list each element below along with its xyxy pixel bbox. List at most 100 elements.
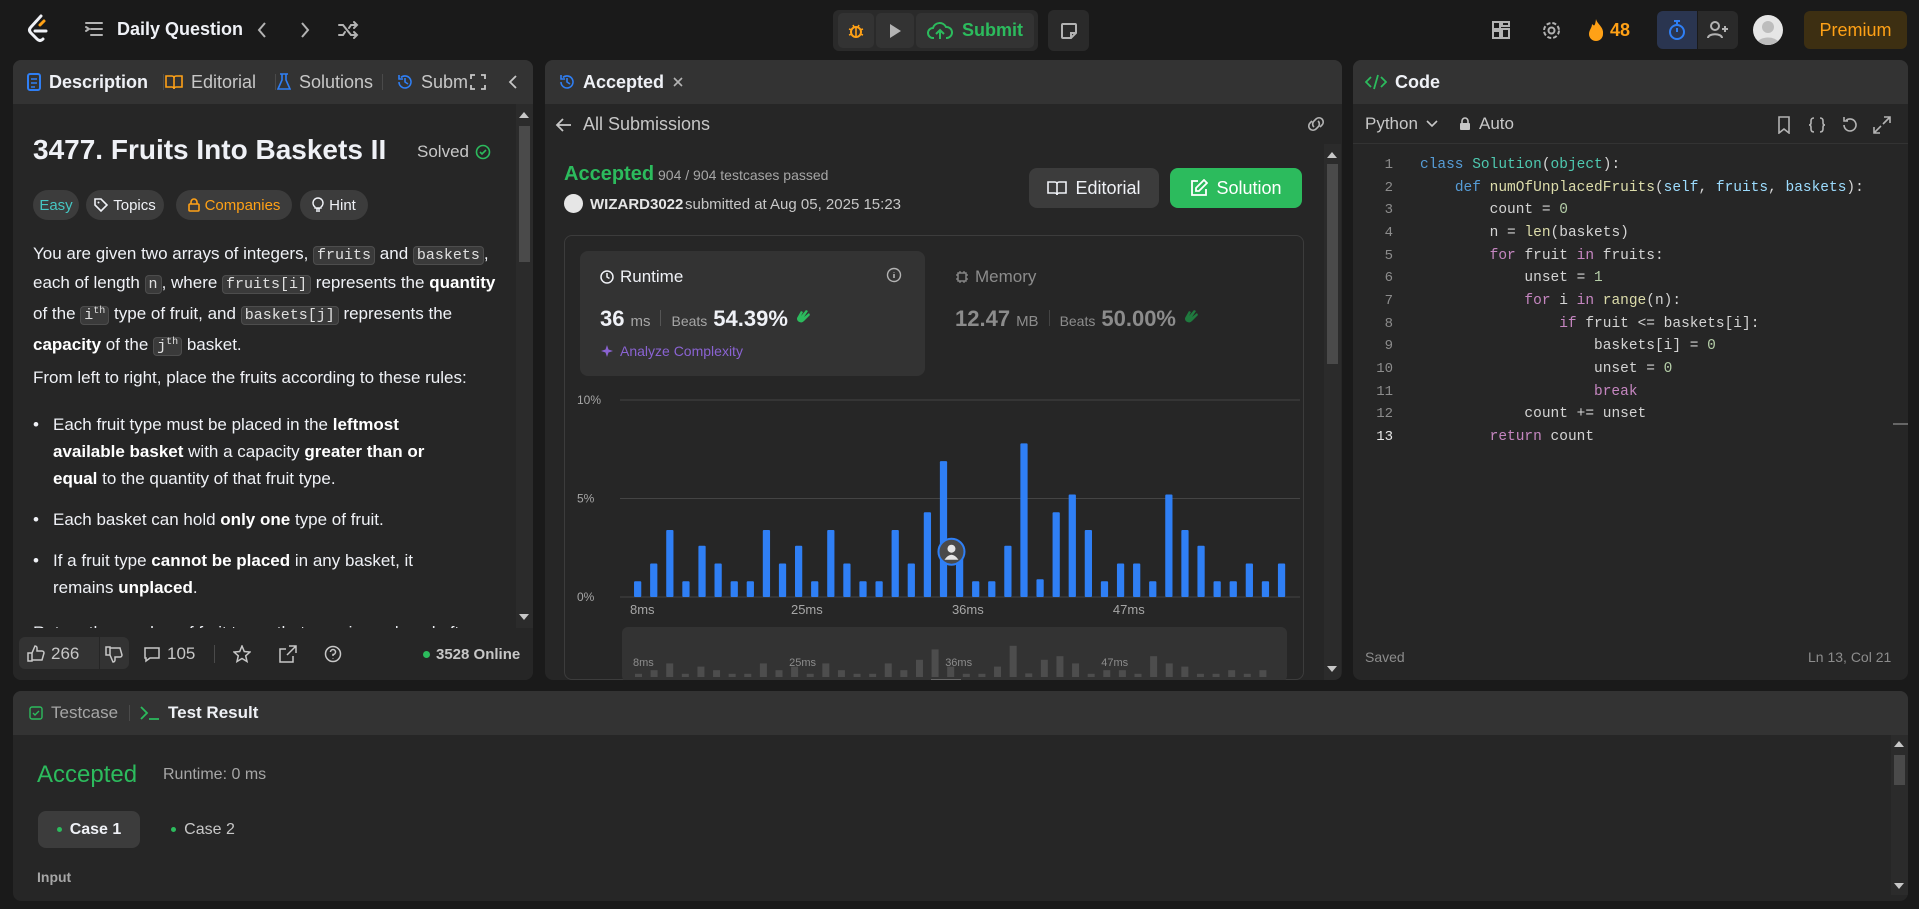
auto-mode[interactable]: Auto: [1459, 114, 1514, 134]
tab-solutions[interactable]: Solutions: [277, 60, 373, 104]
runtime-distribution-chart[interactable]: 10% 5% 0% 8ms 25ms 36ms 47ms 8ms 25ms 36ms 47ms: [575, 382, 1315, 680]
tab-test-result[interactable]: Test Result: [140, 691, 258, 735]
notes-button[interactable]: [1048, 10, 1089, 51]
top-navbar: Daily Question Submit 48 Premium: [0, 0, 1919, 60]
scroll-thumb[interactable]: [519, 126, 530, 262]
tab-description[interactable]: Description: [27, 60, 148, 104]
tab-accepted[interactable]: Accepted: [559, 60, 684, 104]
chart-bar: [1197, 545, 1205, 597]
code-line[interactable]: def numOfUnplacedFruits(self, fruits, ba…: [1420, 180, 1864, 196]
difficulty-badge[interactable]: Easy: [33, 190, 79, 220]
invite-button[interactable]: [1698, 11, 1738, 49]
saved-status: Saved: [1365, 649, 1405, 665]
user-avatar[interactable]: [564, 194, 583, 213]
next-question-icon[interactable]: [299, 20, 311, 40]
scroll-thumb[interactable]: [1327, 164, 1338, 364]
testcase-scrollbar[interactable]: [1891, 735, 1908, 895]
case-2-tab[interactable]: Case 2: [152, 811, 254, 848]
tab-editorial[interactable]: Editorial: [165, 60, 256, 104]
leetcode-logo-icon[interactable]: [26, 14, 50, 44]
submission-scrollbar[interactable]: [1324, 144, 1341, 680]
collapse-chevron-icon[interactable]: [508, 74, 518, 90]
format-braces-icon[interactable]: [1808, 116, 1826, 134]
chart-bar: [634, 581, 642, 597]
clapping-hands-icon: [794, 308, 812, 326]
chart-bar: [795, 545, 803, 597]
code-line[interactable]: n = len(baskets): [1420, 225, 1629, 241]
code-line[interactable]: count += unset: [1420, 406, 1646, 422]
editorial-button[interactable]: Editorial: [1029, 168, 1159, 208]
expand-icon[interactable]: [1873, 116, 1891, 134]
tab-code[interactable]: Code: [1365, 60, 1440, 104]
code-line[interactable]: count = 0: [1420, 202, 1568, 218]
language-select[interactable]: Python: [1365, 114, 1438, 134]
code-line[interactable]: if fruit <= baskets[i]:: [1420, 316, 1759, 332]
hint-button[interactable]: Hint: [300, 190, 368, 220]
play-icon: [888, 23, 902, 39]
description-scrollbar[interactable]: [516, 104, 533, 628]
analyze-complexity-link[interactable]: Analyze Complexity: [600, 343, 743, 359]
chart-bar: [1149, 581, 1157, 597]
problem-list-link[interactable]: Daily Question: [117, 19, 243, 40]
layout-icon[interactable]: [1491, 20, 1511, 40]
minimap-bar: [1009, 645, 1017, 677]
info-icon[interactable]: [886, 267, 902, 283]
minimap-bar: [713, 670, 721, 677]
minimap-bar: [666, 663, 674, 677]
problem-list-icon[interactable]: [84, 20, 104, 38]
runtime-label: Runtime: [600, 267, 683, 287]
online-count: 3528 Online: [423, 646, 520, 663]
fullscreen-icon[interactable]: [470, 74, 486, 90]
code-line[interactable]: for fruit in fruits:: [1420, 248, 1664, 264]
chart-bar: [1036, 579, 1044, 597]
case-1-tab[interactable]: Case 1: [38, 811, 140, 848]
debug-button[interactable]: [838, 13, 874, 48]
chart-bar: [1068, 494, 1076, 597]
timer-button[interactable]: [1657, 11, 1697, 49]
bookmark-icon[interactable]: [1777, 116, 1791, 134]
streak-fire-icon[interactable]: [1587, 18, 1605, 42]
avatar[interactable]: [1753, 15, 1783, 45]
thumbs-down-icon[interactable]: [105, 645, 123, 663]
code-line[interactable]: class Solution(object):: [1420, 157, 1620, 173]
share-icon[interactable]: [279, 645, 297, 663]
runtime-card[interactable]: Runtime 36 ms Beats 54.39% Analyze Compl…: [580, 251, 925, 376]
tab-submissions[interactable]: Subm: [397, 60, 468, 104]
like-button[interactable]: 266: [27, 644, 79, 664]
scroll-thumb[interactable]: [1894, 755, 1905, 785]
chart-bar: [1229, 581, 1237, 597]
star-icon[interactable]: [233, 645, 251, 663]
minimap-bar: [1181, 666, 1189, 677]
settings-gear-icon[interactable]: [1541, 20, 1562, 41]
comments-button[interactable]: 105: [143, 644, 195, 664]
code-line[interactable]: break: [1420, 384, 1638, 400]
help-icon[interactable]: [324, 645, 342, 663]
chart-bar: [1100, 581, 1109, 597]
chart-bar: [698, 545, 706, 597]
submitter-username[interactable]: WIZARD3022: [590, 196, 683, 213]
code-line[interactable]: for i in range(n):: [1420, 293, 1681, 309]
topics-button[interactable]: Topics: [86, 190, 164, 220]
reset-icon[interactable]: [1841, 116, 1859, 134]
memory-card[interactable]: Memory 12.47 MB Beats 50.00%: [940, 251, 1285, 376]
companies-button[interactable]: Companies: [176, 190, 292, 220]
minimap-bar: [1212, 673, 1220, 677]
link-icon[interactable]: [1305, 116, 1327, 132]
tab-testcase[interactable]: Testcase: [29, 691, 118, 735]
code-line[interactable]: baskets[i] = 0: [1420, 338, 1716, 354]
premium-button[interactable]: Premium: [1804, 11, 1907, 49]
shuffle-icon[interactable]: [337, 20, 359, 40]
back-to-submissions[interactable]: All Submissions: [555, 114, 710, 135]
prev-question-icon[interactable]: [256, 20, 268, 40]
streak-count[interactable]: 48: [1610, 20, 1630, 41]
clock-icon: [600, 270, 614, 284]
code-line[interactable]: unset = 1: [1420, 270, 1602, 286]
submit-button[interactable]: Submit: [916, 13, 1034, 48]
code-line[interactable]: unset = 0: [1420, 361, 1672, 377]
post-solution-button[interactable]: Solution: [1170, 168, 1302, 208]
close-icon[interactable]: [672, 76, 684, 88]
code-line[interactable]: return count: [1420, 429, 1594, 445]
run-button[interactable]: [876, 13, 914, 48]
lightbulb-icon: [312, 197, 324, 213]
minimap-bar: [962, 673, 970, 677]
